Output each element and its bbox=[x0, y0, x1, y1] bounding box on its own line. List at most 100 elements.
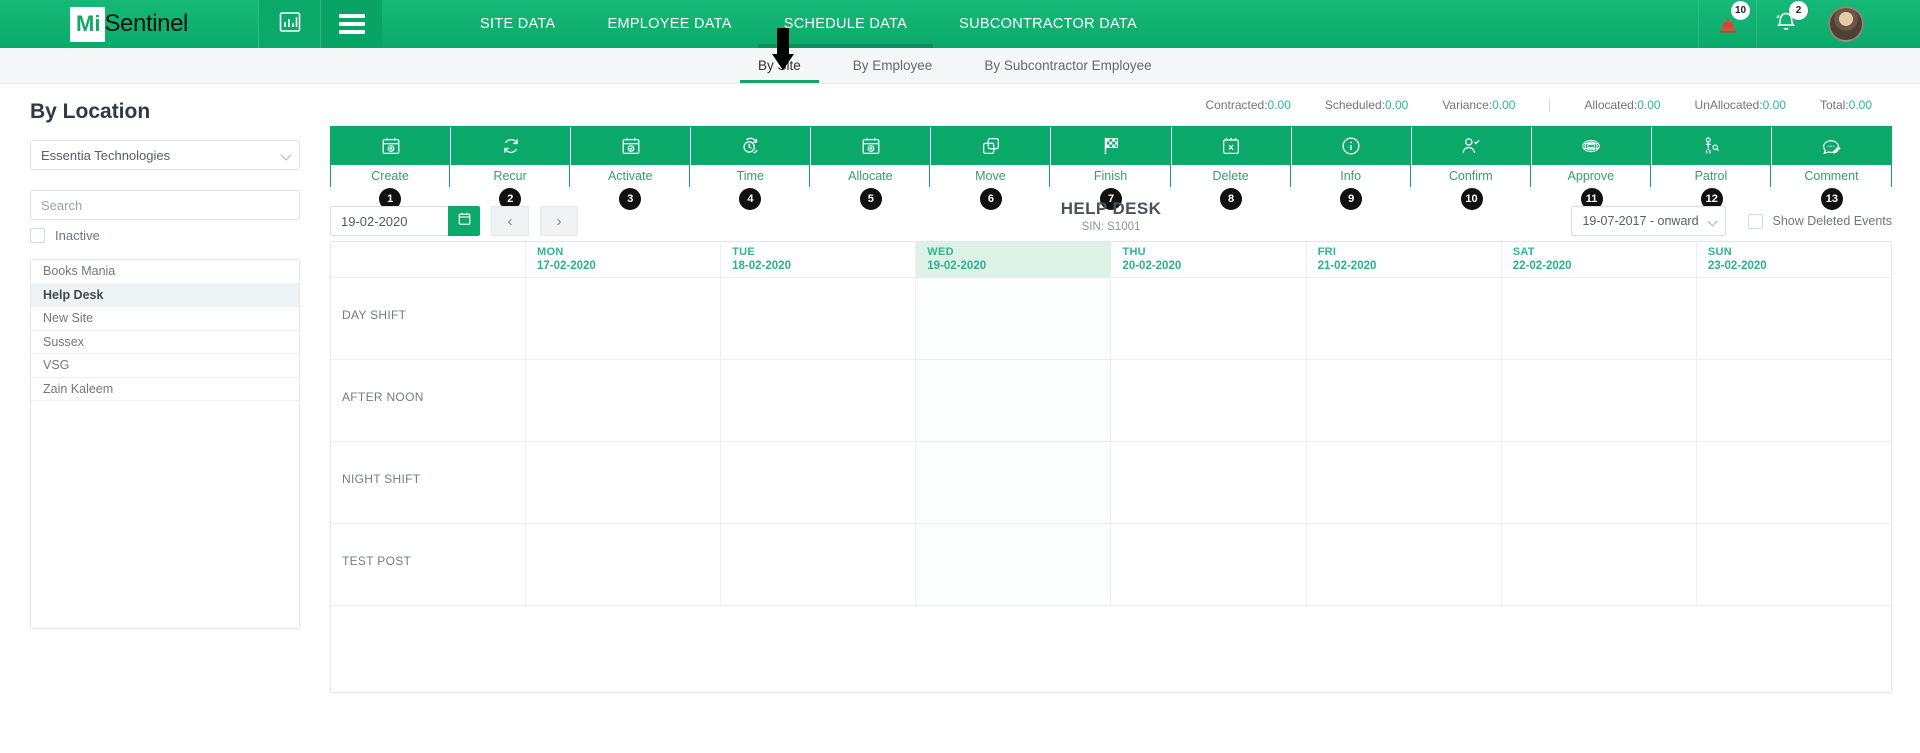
brand-logo[interactable]: Mi Sentinel bbox=[0, 0, 258, 48]
schedule-cell[interactable] bbox=[916, 360, 1112, 441]
list-item[interactable]: Zain Kaleem bbox=[31, 378, 299, 401]
day-header-wed[interactable]: WED 19-02-2020 bbox=[916, 242, 1112, 277]
schedule-cell[interactable] bbox=[916, 524, 1112, 605]
schedule-cell[interactable] bbox=[1307, 524, 1502, 605]
day-header-thu[interactable]: THU 20-02-2020 bbox=[1111, 242, 1307, 277]
schedule-cell[interactable] bbox=[721, 442, 917, 523]
day-header-mon[interactable]: MON 17-02-2020 bbox=[526, 242, 722, 277]
schedule-cell[interactable] bbox=[526, 360, 722, 441]
list-item[interactable]: Sussex bbox=[31, 331, 299, 354]
search-input[interactable] bbox=[30, 190, 300, 220]
schedule-cell[interactable] bbox=[526, 524, 722, 605]
tab-by-subcontractor-employee[interactable]: By Subcontractor Employee bbox=[958, 48, 1177, 83]
show-deleted-label[interactable]: Show Deleted Events bbox=[1772, 214, 1892, 228]
show-deleted-checkbox[interactable] bbox=[1748, 213, 1764, 229]
schedule-cell[interactable] bbox=[1307, 442, 1502, 523]
calendar-header-row: MON 17-02-2020 TUE 18-02-2020 WED 19-02-202… bbox=[331, 242, 1891, 278]
hamburger-menu-button[interactable] bbox=[320, 0, 382, 48]
toolbar-button-delete[interactable]: Delete bbox=[1171, 127, 1292, 187]
schedule-calendar-grid: MON 17-02-2020 TUE 18-02-2020 WED 19-02-202… bbox=[330, 241, 1892, 693]
schedule-cell[interactable] bbox=[1111, 524, 1307, 605]
day-header-sun[interactable]: SUN 23-02-2020 bbox=[1697, 242, 1891, 277]
toolbar-button-confirm[interactable]: Confirm bbox=[1411, 127, 1532, 187]
list-item[interactable]: VSG bbox=[31, 354, 299, 378]
toolbar-label: Allocate bbox=[811, 164, 931, 187]
nav-item-site-data[interactable]: SITE DATA bbox=[454, 0, 581, 48]
inactive-checkbox[interactable] bbox=[30, 228, 45, 243]
list-item[interactable]: Help Desk bbox=[31, 283, 299, 307]
top-navigation-bar: Mi Sentinel SITE DATA EMPLOYEE DATA SCHE… bbox=[0, 0, 1920, 70]
tab-by-site[interactable]: By Site bbox=[732, 48, 827, 83]
schedule-cell[interactable] bbox=[526, 442, 722, 523]
toolbar-button-info[interactable]: Info bbox=[1291, 127, 1412, 187]
day-header-fri[interactable]: FRI 21-02-2020 bbox=[1307, 242, 1502, 277]
toolbar-label: Confirm bbox=[1411, 164, 1531, 187]
date-range-value: 19-07-2017 - onward bbox=[1582, 214, 1699, 228]
toolbar-button-time[interactable]: Time bbox=[691, 127, 812, 187]
calendar-x-icon bbox=[1220, 135, 1242, 157]
toolbar-label: Approve bbox=[1531, 164, 1651, 187]
toolbar-button-approve[interactable]: Approve bbox=[1531, 127, 1652, 187]
schedule-cell[interactable] bbox=[1502, 442, 1697, 523]
schedule-cell[interactable] bbox=[1697, 442, 1891, 523]
logo-wordmark: Sentinel bbox=[104, 10, 188, 37]
toolbar-label: Comment bbox=[1771, 164, 1892, 187]
schedule-cell[interactable] bbox=[1697, 524, 1891, 605]
company-select[interactable]: Essentia Technologies bbox=[30, 140, 300, 170]
toolbar-button-recur[interactable]: Recur bbox=[451, 127, 572, 187]
schedule-cell[interactable] bbox=[1307, 360, 1502, 441]
schedule-cell[interactable] bbox=[1697, 360, 1891, 441]
dashboard-chart-button[interactable] bbox=[258, 0, 320, 48]
site-list[interactable]: Books Mania Help Desk New Site Sussex VS… bbox=[30, 259, 300, 629]
toolbar-button-comment[interactable]: Comment bbox=[1771, 127, 1892, 187]
schedule-cell[interactable] bbox=[1502, 360, 1697, 441]
toolbar-button-activate[interactable]: Activate bbox=[571, 127, 692, 187]
calendar-controls: ‹ › HELP DESK SIN: S1001 19-07-2017 - on… bbox=[330, 187, 1892, 241]
row-label-test-post: TEST POST bbox=[331, 524, 526, 605]
alerts-badge: 10 bbox=[1731, 1, 1750, 20]
toolbar-button-allocate[interactable]: Allocate bbox=[811, 127, 932, 187]
calendar-picker-button[interactable] bbox=[448, 206, 480, 236]
table-row: TEST POST bbox=[331, 524, 1891, 606]
schedule-cell[interactable] bbox=[526, 278, 722, 359]
toolbar-button-patrol[interactable]: Patrol bbox=[1651, 127, 1772, 187]
day-header-tue[interactable]: TUE 18-02-2020 bbox=[721, 242, 917, 277]
schedule-cell[interactable] bbox=[1697, 278, 1891, 359]
alerts-button[interactable]: 10 bbox=[1698, 0, 1756, 48]
inactive-label[interactable]: Inactive bbox=[55, 228, 100, 243]
schedule-cell[interactable] bbox=[916, 278, 1112, 359]
schedule-cell[interactable] bbox=[1307, 278, 1502, 359]
schedule-cell[interactable] bbox=[1111, 278, 1307, 359]
toolbar-button-create[interactable]: Create bbox=[331, 127, 452, 187]
nav-item-schedule-data[interactable]: SCHEDULE DATA bbox=[757, 0, 934, 48]
list-item[interactable]: New Site bbox=[31, 307, 299, 331]
toolbar-button-finish[interactable]: Finish bbox=[1051, 127, 1172, 187]
toolbar-label: Info bbox=[1291, 164, 1411, 187]
toolbar-label: Activate bbox=[571, 164, 691, 187]
stat-scheduled: Scheduled:0.00 bbox=[1324, 98, 1409, 112]
stat-variance: Variance:0.00 bbox=[1442, 98, 1516, 112]
schedule-cell[interactable] bbox=[721, 278, 917, 359]
schedule-cell[interactable] bbox=[721, 360, 917, 441]
schedule-cell[interactable] bbox=[1502, 524, 1697, 605]
notifications-button[interactable]: 2 bbox=[1756, 0, 1814, 48]
nav-item-subcontractor-data[interactable]: SUBCONTRACTOR DATA bbox=[933, 0, 1163, 48]
schedule-cell[interactable] bbox=[1111, 360, 1307, 441]
main-content: Contracted:0.00 Scheduled:0.00 Variance:… bbox=[330, 84, 1920, 753]
schedule-cell[interactable] bbox=[1502, 278, 1697, 359]
next-week-button[interactable]: › bbox=[540, 206, 578, 236]
nav-item-employee-data[interactable]: EMPLOYEE DATA bbox=[581, 0, 757, 48]
schedule-cell[interactable] bbox=[916, 442, 1112, 523]
tab-by-employee[interactable]: By Employee bbox=[827, 48, 959, 83]
list-item[interactable]: Books Mania bbox=[31, 260, 299, 284]
date-input[interactable] bbox=[330, 206, 448, 236]
day-header-sat[interactable]: SAT 22-02-2020 bbox=[1502, 242, 1697, 277]
patrol-guard-icon bbox=[1700, 135, 1722, 157]
date-range-select[interactable]: 19-07-2017 - onward bbox=[1571, 206, 1727, 236]
previous-week-button[interactable]: ‹ bbox=[491, 206, 529, 236]
toolbar-button-move[interactable]: Move bbox=[931, 127, 1052, 187]
schedule-cell[interactable] bbox=[1111, 442, 1307, 523]
calendar-allocate-icon bbox=[860, 135, 882, 157]
user-avatar[interactable] bbox=[1828, 6, 1864, 42]
schedule-cell[interactable] bbox=[721, 524, 917, 605]
